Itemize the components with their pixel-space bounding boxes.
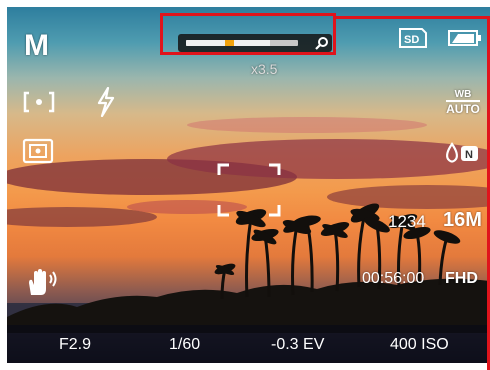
exposure-compensation-value: -0.3 EV <box>271 336 325 353</box>
shutter-speed-value: 1/60 <box>169 336 201 353</box>
shots-remaining: 1234 <box>388 212 426 231</box>
recording-time: 00:56:00 <box>362 270 425 287</box>
stabilizer-hand-icon[interactable] <box>25 267 59 297</box>
wb-label: WB <box>446 89 480 102</box>
metering-spot-icon[interactable] <box>23 91 55 113</box>
exposure-info-bar: F2.9 1/60 -0.3 EV 400 ISO <box>7 325 490 363</box>
battery-icon <box>448 30 481 46</box>
callout-line <box>336 16 490 19</box>
svg-text:SD: SD <box>404 34 419 46</box>
face-detect-icon[interactable] <box>22 138 54 164</box>
aperture-value: F2.9 <box>59 336 92 353</box>
svg-text:N: N <box>465 149 473 161</box>
camera-viewfinder: M x3.5 SD WB AUTO N 1234 16M 00:56:00 FH… <box>7 7 490 363</box>
video-quality: FHD <box>445 270 478 287</box>
color-mode-icon[interactable]: N <box>443 142 481 164</box>
shooting-mode-label[interactable]: M <box>24 29 49 63</box>
sd-card-icon: SD <box>399 28 427 48</box>
focus-frame <box>217 163 281 217</box>
iso-value: 400 ISO <box>390 336 449 353</box>
white-balance-icon[interactable]: WB AUTO <box>446 89 480 116</box>
wb-mode-label: AUTO <box>446 102 480 116</box>
zoom-callout-box <box>160 13 336 55</box>
flash-icon[interactable] <box>95 87 117 117</box>
zoom-ratio-text: x3.5 <box>251 61 278 77</box>
image-resolution: 16M <box>443 209 482 231</box>
